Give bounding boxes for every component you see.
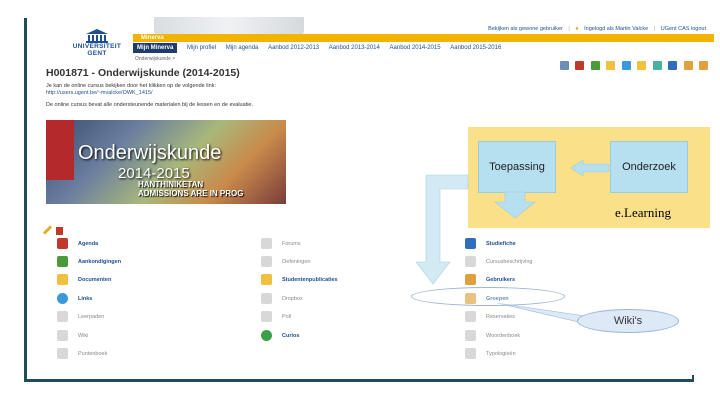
tool-label: Dropbox bbox=[282, 296, 303, 302]
announcement-icon bbox=[57, 256, 68, 267]
tool-label: Puntenboek bbox=[78, 351, 108, 357]
publication-icon[interactable] bbox=[637, 61, 647, 70]
banner-title: Onderwijskunde bbox=[78, 142, 222, 164]
users-icon[interactable] bbox=[683, 61, 693, 70]
nav-aanbod-2012[interactable]: Aanbod 2012-2013 bbox=[268, 43, 319, 53]
box-onderzoek: Onderzoek bbox=[610, 141, 688, 193]
logo-line1: UNIVERSITEIT bbox=[72, 43, 122, 50]
typology-icon bbox=[465, 348, 476, 359]
tool-label: Woordenboek bbox=[486, 333, 521, 339]
nav-aanbod-2013[interactable]: Aanbod 2013-2014 bbox=[329, 43, 380, 53]
tool-label: Reservaties bbox=[486, 314, 516, 320]
elearning-label: e.Learning bbox=[615, 205, 671, 220]
users-icon bbox=[465, 274, 476, 285]
tool-label: Links bbox=[78, 296, 93, 302]
logo-line2: GENT bbox=[87, 50, 107, 57]
top-links: Bekijken als gewone gebruiker | ● Ingelo… bbox=[484, 26, 706, 32]
tool-label: Poll bbox=[282, 314, 292, 320]
course-note: De online cursus bevat alle ondersteunen… bbox=[46, 102, 253, 108]
path-icon bbox=[57, 311, 68, 322]
tool-label: Wiki bbox=[78, 333, 89, 339]
nav-mijn-agenda[interactable]: Mijn agenda bbox=[226, 43, 259, 53]
tool-label: Studiefiche bbox=[486, 241, 516, 247]
breadcrumb[interactable]: Onderwijskunde > bbox=[135, 56, 175, 62]
user-icon: ● bbox=[575, 26, 579, 32]
page-title: H001871 - Onderwijskunde (2014-2015) bbox=[46, 67, 240, 79]
tool-label: Leerpaden bbox=[78, 314, 105, 320]
frame-left bbox=[24, 18, 27, 382]
tool-label: Gebruikers bbox=[486, 277, 516, 283]
nav-aanbod-2014[interactable]: Aanbod 2014-2015 bbox=[390, 43, 441, 53]
globe-icon bbox=[57, 293, 68, 304]
intro-text: Je kan de online cursus bekijken door he… bbox=[46, 83, 216, 89]
tool-label: Typologieën bbox=[486, 351, 516, 357]
wiki-callout: Wiki's bbox=[577, 309, 679, 333]
banner-bottom-text: HANTHINIKETAN ADMISSIONS ARE IN PROG bbox=[138, 180, 244, 198]
dictionary-icon bbox=[465, 330, 476, 341]
reservation-icon bbox=[465, 311, 476, 322]
pencil-icon[interactable] bbox=[42, 225, 53, 235]
banner-art bbox=[154, 17, 304, 35]
tool-label: Oefeningen bbox=[282, 259, 311, 265]
folder-icon[interactable] bbox=[606, 61, 616, 70]
trash-icon[interactable] bbox=[56, 227, 64, 235]
publication-icon bbox=[261, 274, 272, 285]
groups-icon[interactable] bbox=[699, 61, 708, 70]
view-as-user-link[interactable]: Bekijken als gewone gebruiker bbox=[488, 26, 563, 32]
list-icon[interactable] bbox=[559, 61, 569, 70]
logged-in-label[interactable]: Ingelogd als Martin Valcke bbox=[584, 26, 648, 32]
description-icon bbox=[465, 256, 476, 267]
tool-label: Agenda bbox=[78, 241, 99, 247]
checkmark-icon bbox=[261, 330, 272, 341]
separator: | bbox=[653, 26, 656, 32]
header: UNIVERSITEIT GENT Bekijken als gewone ge… bbox=[34, 17, 714, 57]
separator: | bbox=[568, 26, 570, 32]
course-link[interactable]: http://users.ugent.be/~mvalcke/OWK_1415/ bbox=[46, 90, 153, 96]
calendar-icon[interactable] bbox=[575, 61, 585, 70]
course-banner-image: Onderwijskunde 2014-2015 HANTHINIKETAN A… bbox=[46, 120, 286, 204]
forum-icon bbox=[261, 238, 272, 249]
tool-label: Forums bbox=[282, 241, 301, 247]
box-toepassing: Toepassing bbox=[478, 141, 556, 193]
highlight-oval bbox=[411, 287, 565, 306]
tool-label: Curios bbox=[282, 333, 300, 339]
dropbox-icon bbox=[261, 293, 272, 304]
minerva-label: Minerva bbox=[141, 35, 164, 41]
poll-icon bbox=[261, 311, 272, 322]
nav-mijn-profiel[interactable]: Mijn profiel bbox=[187, 43, 216, 53]
university-building-icon bbox=[86, 29, 108, 43]
announcement-icon[interactable] bbox=[590, 61, 600, 70]
gradebook-icon bbox=[57, 348, 68, 359]
banner-red-block bbox=[46, 120, 74, 180]
info-icon bbox=[465, 238, 476, 249]
tool-label: Cursusbeschrijving bbox=[486, 259, 533, 265]
tool-label: Studentenpublicaties bbox=[282, 277, 338, 283]
exercise-icon bbox=[261, 256, 272, 267]
frame-bottom bbox=[24, 379, 694, 382]
nav-mijn-minerva[interactable]: Mijn Minerva bbox=[133, 43, 178, 53]
calendar-icon bbox=[57, 238, 68, 249]
nav-aanbod-2015[interactable]: Aanbod 2015-2016 bbox=[450, 43, 501, 53]
banner-bottom-line1: HANTHINIKETAN bbox=[138, 180, 204, 189]
info-icon[interactable] bbox=[668, 61, 678, 70]
minerva-bar: Minerva bbox=[133, 34, 714, 42]
tool-label: Aankondigingen bbox=[78, 259, 122, 265]
logout-link[interactable]: UGent CAS logout bbox=[661, 26, 706, 32]
link-icon[interactable] bbox=[621, 61, 631, 70]
folder-icon bbox=[57, 274, 68, 285]
course-toolbar bbox=[558, 57, 708, 70]
banner-bottom-line2: ADMISSIONS ARE IN PROG bbox=[138, 189, 244, 198]
main-nav: Mijn Minerva Mijn profiel Mijn agenda Aa… bbox=[133, 43, 509, 53]
chat-icon[interactable] bbox=[652, 61, 662, 70]
tool-label: Documenten bbox=[78, 277, 112, 283]
wiki-icon bbox=[57, 330, 68, 341]
ugent-logo: UNIVERSITEIT GENT bbox=[64, 29, 130, 59]
